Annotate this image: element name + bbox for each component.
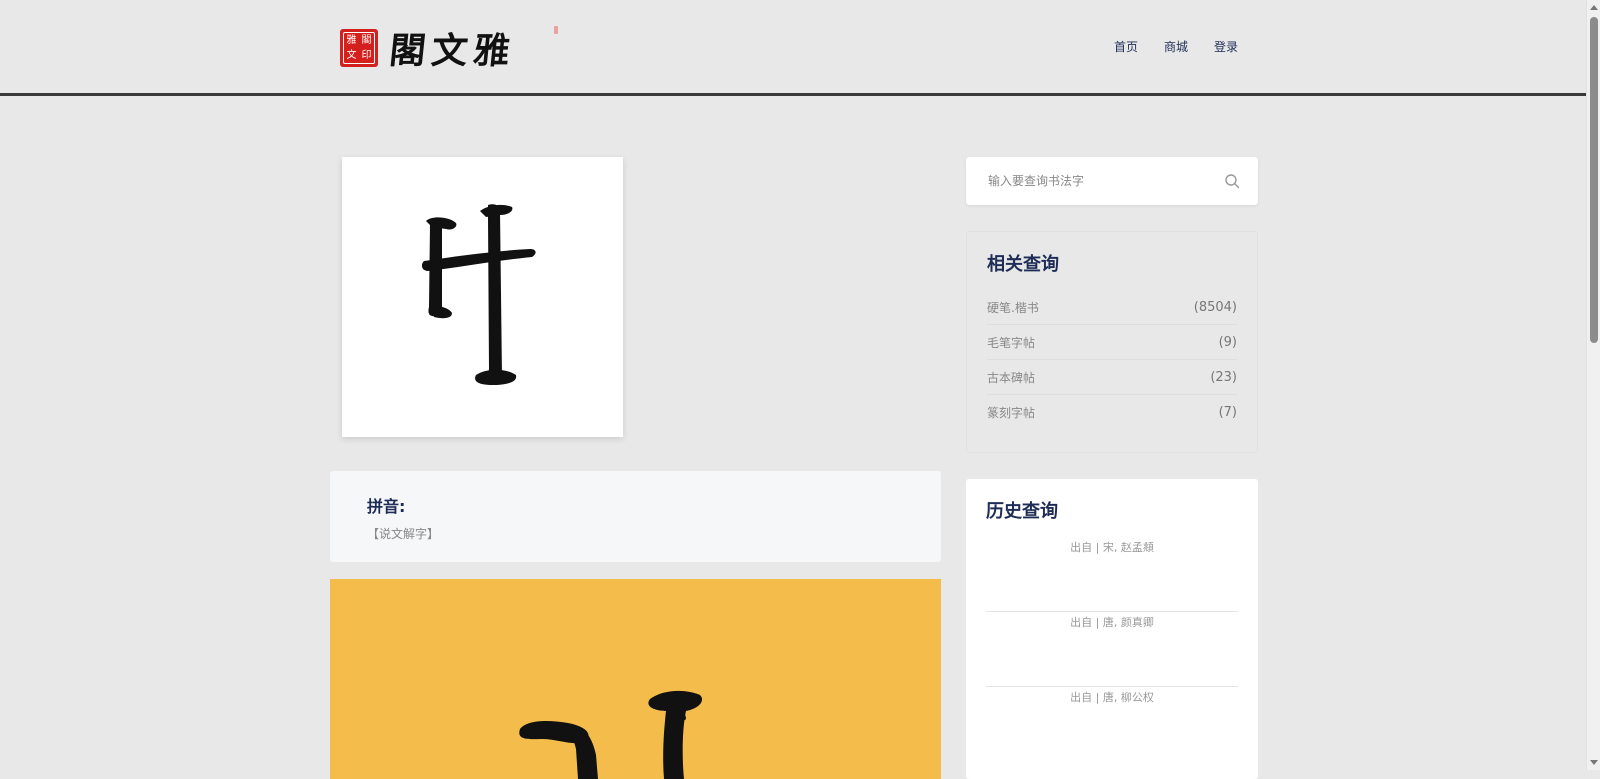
nav-login-link[interactable]: 登录: [1214, 38, 1238, 55]
page-scrollbar[interactable]: [1586, 0, 1600, 770]
scroll-down-icon[interactable]: [1590, 760, 1598, 765]
related-item-label: 毛笔字帖: [987, 335, 1036, 350]
related-item-count: (7): [1218, 405, 1237, 420]
seal-icon: 雅 閣 文 印: [340, 29, 378, 67]
history-item[interactable]: 出自 | 唐, 柳公权: [986, 687, 1238, 762]
seal-char: 文: [346, 49, 357, 61]
related-item[interactable]: 毛笔字帖 (9): [987, 325, 1237, 360]
related-queries-panel: 相关查询 硬笔.楷书 (8504) 毛笔字帖 (9) 古本碑帖 (23) 篆刻字…: [966, 231, 1258, 453]
related-item-label: 硬笔.楷书: [987, 300, 1039, 315]
search-input[interactable]: [986, 173, 1224, 189]
related-item-label: 篆刻字帖: [987, 406, 1036, 420]
history-item-label: 出自 | 唐, 柳公权: [1070, 691, 1154, 704]
related-item-count: (9): [1218, 334, 1237, 350]
site-logo[interactable]: 雅 閣 文 印 閣文雅: [340, 26, 558, 72]
pinyin-title: 拼音:: [367, 497, 406, 516]
history-item[interactable]: 出自 | 唐, 颜真卿: [986, 612, 1238, 687]
nav-shop-link[interactable]: 商城: [1164, 38, 1188, 55]
pinyin-panel: 拼音: 【说文解字】: [330, 471, 941, 562]
related-item-count: (8504): [1193, 299, 1237, 315]
calligraphy-character-image: [342, 157, 623, 437]
related-item-label: 古本碑帖: [987, 370, 1036, 385]
history-item-label: 出自 | 宋, 赵孟頫: [1070, 541, 1154, 554]
calligraphy-sample-image: [330, 579, 941, 779]
related-item-count: (23): [1210, 369, 1237, 385]
history-item[interactable]: 出自 | 宋, 赵孟頫: [986, 537, 1238, 612]
seal-char: 雅: [346, 34, 357, 46]
scroll-up-icon[interactable]: [1590, 5, 1598, 10]
calligraphy-brush-glyph-icon: [519, 690, 703, 779]
related-item[interactable]: 篆刻字帖 (7): [987, 395, 1237, 430]
related-title: 相关查询: [987, 254, 1059, 275]
history-title: 历史查询: [986, 501, 1058, 522]
history-item-label: 出自 | 唐, 颜真卿: [1070, 616, 1154, 629]
site-header: 雅 閣 文 印 閣文雅 首页 商城 登录: [0, 0, 1586, 96]
search-icon[interactable]: [1224, 173, 1240, 189]
scrollbar-thumb[interactable]: [1590, 17, 1598, 343]
history-queries-panel: 历史查询 出自 | 宋, 赵孟頫 出自 | 唐, 颜真卿 出自 | 唐, 柳公权: [966, 479, 1258, 779]
logo-text: 閣文雅: [387, 30, 518, 72]
pinyin-source: 【说文解字】: [367, 527, 440, 541]
logo-mark-icon: [554, 26, 558, 34]
nav-home-link[interactable]: 首页: [1114, 38, 1138, 55]
related-item[interactable]: 硬笔.楷书 (8504): [987, 290, 1237, 325]
search-bar: [966, 157, 1258, 205]
seal-char: 閣: [361, 34, 372, 46]
main-nav: 首页 商城 登录: [1114, 38, 1238, 55]
related-item[interactable]: 古本碑帖 (23): [987, 360, 1237, 395]
calligraphy-glyph-icon: [421, 204, 536, 385]
seal-char: 印: [361, 49, 372, 61]
